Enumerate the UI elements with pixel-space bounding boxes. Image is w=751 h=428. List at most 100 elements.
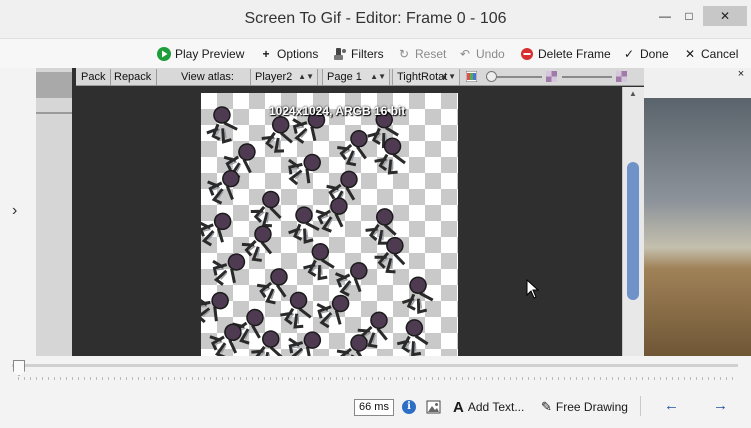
checkmark-icon: ✓ (623, 47, 635, 61)
sprite-frame (334, 262, 368, 297)
sprite-frame (288, 153, 321, 186)
dropdown-arrow-icon: ▲▼ (370, 72, 386, 81)
timeline-ticks (18, 377, 738, 380)
checker-icon (546, 71, 557, 82)
dropdown-arrow-icon: ▲▼ (298, 72, 314, 81)
frame-canvas: Pack Repack View atlas: Player2 ▲▼ Page … (36, 68, 644, 356)
undo-button[interactable]: ↶ Undo (458, 45, 505, 63)
sprite-frame (316, 294, 350, 329)
minimize-button[interactable]: — (652, 6, 678, 26)
scene-view-panel: × (644, 68, 751, 356)
atlas-info-label: 1024x1024, ARGB 16 bit (269, 104, 406, 118)
page-select[interactable]: Page 1 ▲▼ (322, 69, 390, 85)
undo-label: Undo (476, 47, 505, 61)
atlas-select[interactable]: Player2 ▲▼ (250, 69, 318, 85)
cancel-button[interactable]: ✕ Cancel (683, 45, 738, 63)
play-preview-label: Play Preview (175, 47, 245, 61)
delete-frame-label: Delete Frame (538, 47, 611, 61)
page-select-value: Page 1 (327, 71, 362, 83)
sprite-sheet-graphic (201, 106, 434, 356)
info-button[interactable]: i (402, 398, 416, 416)
packing-mode-select[interactable]: TightRotat ▲▼ (392, 69, 460, 85)
image-icon (426, 400, 441, 414)
options-label: Options (277, 47, 319, 61)
pack-button[interactable]: Pack (76, 69, 112, 85)
delete-frame-button[interactable]: Delete Frame (520, 45, 611, 63)
previous-frame-icon[interactable]: ← (664, 397, 679, 414)
filters-button[interactable]: Filters (333, 45, 384, 63)
done-label: Done (640, 47, 669, 61)
sprite-frame (336, 334, 368, 356)
scrollbar-thumb[interactable] (627, 162, 639, 300)
add-text-button[interactable]: A Add Text... (453, 398, 524, 416)
undo-icon: ↶ (459, 47, 471, 61)
free-drawing-button[interactable]: ✎ Free Drawing (541, 398, 628, 416)
status-divider (640, 396, 641, 416)
cancel-icon: ✕ (684, 47, 696, 61)
captured-side-panel (36, 68, 72, 356)
reset-button[interactable]: ↻ Reset (397, 45, 446, 63)
view-atlas-label: View atlas: (181, 71, 234, 83)
chevron-right-icon[interactable]: › (12, 202, 17, 220)
timeline-track[interactable] (12, 364, 738, 367)
text-icon: A (453, 398, 464, 416)
sprite-frame (212, 253, 246, 286)
dropdown-arrow-icon: ▲▼ (440, 72, 456, 81)
sprite-frame (209, 323, 242, 356)
sprite-frame (256, 268, 288, 305)
play-icon (157, 47, 171, 61)
done-button[interactable]: ✓ Done (622, 45, 669, 63)
filters-icon (333, 47, 347, 61)
editor-toolbar: Play Preview + Options Filters ↻ Reset ↶… (0, 38, 751, 68)
info-icon: i (402, 400, 416, 414)
close-window-button[interactable]: ✕ (703, 6, 747, 26)
alpha-slider-track[interactable] (562, 76, 612, 78)
image-button[interactable] (426, 398, 441, 416)
reset-label: Reset (415, 47, 447, 61)
atlas-canvas-area: 1024x1024, ARGB 16 bit (76, 87, 622, 356)
delete-icon (520, 47, 534, 61)
plus-icon: + (262, 47, 270, 61)
transparency-icon (616, 71, 627, 82)
timeline-handle[interactable] (13, 360, 25, 376)
sprite-frame (201, 212, 232, 247)
texture-atlas-image: 1024x1024, ARGB 16 bit (201, 93, 458, 356)
frame-timeline[interactable] (0, 356, 751, 386)
vertical-scrollbar[interactable]: ▲ (622, 87, 644, 356)
sprite-frame (401, 276, 434, 314)
sprite-frame (207, 169, 240, 205)
filters-label: Filters (351, 47, 384, 61)
side-panel-header (36, 72, 72, 98)
sprite-frame (315, 197, 348, 233)
sprite-frame (261, 116, 293, 153)
free-drawing-label: Free Drawing (555, 400, 628, 414)
window-title: Screen To Gif - Editor: Frame 0 - 106 (244, 10, 507, 27)
sprite-frame (250, 190, 282, 228)
mouse-cursor-icon (526, 279, 540, 299)
zoom-slider-knob[interactable] (486, 71, 497, 82)
options-button[interactable]: + Options (259, 45, 318, 63)
sprite-frame (288, 331, 322, 356)
next-frame-icon[interactable]: → (713, 397, 728, 414)
add-text-label: Add Text... (467, 400, 525, 414)
bottom-status-bar: 66 ms i A Add Text... ✎ Free Drawing ← → (0, 390, 751, 428)
sprite-frame (241, 225, 273, 262)
sprite-frame (303, 242, 335, 281)
color-channels-icon[interactable] (466, 71, 477, 82)
sprite-frame (337, 129, 368, 167)
reset-icon: ↻ (398, 47, 410, 61)
pen-icon: ✎ (541, 399, 552, 414)
sprite-frame (201, 291, 229, 324)
atlas-select-value: Player2 (255, 71, 293, 83)
atlas-viewer-toolbar: Pack Repack View atlas: Player2 ▲▼ Page … (76, 68, 644, 86)
sprite-frame (280, 291, 312, 329)
maximize-button[interactable]: □ (676, 6, 702, 26)
scroll-up-arrow-icon[interactable]: ▲ (629, 89, 637, 98)
panel-close-icon[interactable]: × (734, 68, 748, 80)
play-preview-button[interactable]: Play Preview (157, 45, 244, 63)
repack-button[interactable]: Repack (109, 69, 158, 85)
sprite-frame (396, 319, 429, 356)
frame-list-panel: › (0, 68, 36, 356)
frame-delay-field[interactable]: 66 ms (354, 399, 394, 416)
sprite-frame (206, 106, 238, 144)
